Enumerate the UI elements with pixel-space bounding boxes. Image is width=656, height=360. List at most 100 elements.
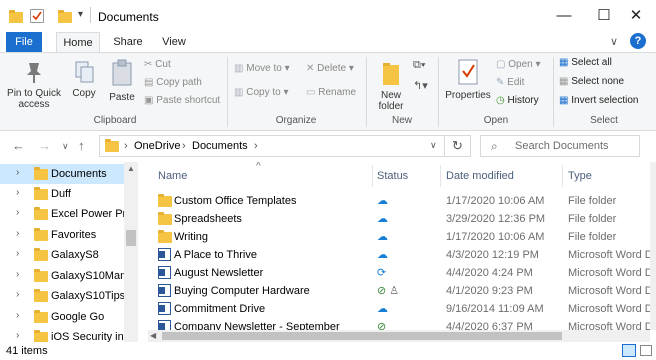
file-type: Microsoft Word D: [568, 321, 650, 330]
copy-path-label: Copy path: [156, 77, 202, 89]
details-view-icon[interactable]: [622, 344, 636, 357]
breadcrumb-onedrive[interactable]: OneDrive: [134, 140, 180, 152]
nav-item-galaxys8[interactable]: › GalaxyS8: [0, 245, 126, 265]
column-divider[interactable]: [372, 165, 373, 187]
nav-item-label: Favorites: [51, 229, 97, 241]
customize-qa-icon[interactable]: ▾: [78, 9, 83, 20]
search-box[interactable]: ⌕ Search Documents: [480, 135, 640, 157]
properties-qa-icon[interactable]: [30, 9, 44, 23]
nav-item-galaxys10tips[interactable]: › GalaxyS10Tips: [0, 286, 126, 306]
nav-item-google-go[interactable]: › Google Go: [0, 307, 126, 327]
table-row[interactable]: Writing ☁ 1/17/2020 10:06 AM File folder: [148, 228, 650, 246]
new-folder-button[interactable]: New folder: [372, 59, 410, 112]
move-to-button[interactable]: ▥ Move to ▾: [234, 63, 290, 74]
tab-share[interactable]: Share: [108, 32, 148, 52]
large-icons-view-icon[interactable]: [640, 345, 652, 356]
copy-to-button[interactable]: ▥ Copy to ▾: [234, 87, 289, 98]
address-dropdown-icon[interactable]: ∨: [430, 140, 437, 151]
new-folder-qa-icon[interactable]: [58, 10, 72, 23]
delete-button[interactable]: ✕ Delete ▾: [306, 63, 354, 74]
cut-button[interactable]: ✂ Cut: [144, 59, 171, 70]
edit-button[interactable]: ✎ Edit: [496, 77, 524, 88]
column-divider[interactable]: [562, 165, 563, 187]
chevron-right-icon[interactable]: ›: [16, 289, 19, 300]
chevron-right-icon[interactable]: ›: [16, 187, 19, 198]
history-label: History: [507, 95, 539, 107]
cloud-icon: ☁: [377, 213, 388, 225]
back-button[interactable]: ←: [12, 138, 25, 153]
search-input[interactable]: Search Documents: [515, 140, 609, 152]
tab-home[interactable]: Home: [56, 32, 100, 52]
history-button[interactable]: ◷ History: [496, 95, 539, 106]
open-button[interactable]: ▢ Open ▾: [496, 59, 541, 70]
properties-button[interactable]: Properties: [444, 57, 492, 101]
nav-item-documents[interactable]: › Documents: [0, 164, 126, 184]
file-list-scrollbar[interactable]: [650, 162, 656, 330]
address-bar[interactable]: › OneDrive › Documents › ∨: [99, 135, 445, 157]
chevron-right-icon[interactable]: ›: [16, 330, 19, 341]
chevron-right-icon[interactable]: ›: [16, 228, 19, 239]
file-date: 1/17/2020 10:06 AM: [446, 195, 545, 207]
paste-label: Paste: [109, 92, 135, 103]
column-header-type[interactable]: Type: [568, 170, 592, 182]
file-date: 4/4/2020 6:37 PM: [446, 321, 533, 330]
collapse-ribbon-icon[interactable]: ∨: [610, 35, 618, 48]
properties-label: Properties: [445, 90, 491, 101]
select-all-button[interactable]: ▦ Select all: [559, 57, 612, 68]
easy-access-icon[interactable]: ↰▾: [413, 79, 428, 92]
horizontal-scrollbar[interactable]: ◀: [148, 330, 650, 342]
close-button[interactable]: ✕: [616, 4, 656, 28]
copy-label: Copy: [72, 88, 96, 99]
table-row[interactable]: Company Newsletter - September ⊘ 4/4/2020 …: [148, 318, 650, 330]
table-row[interactable]: August Newsletter ⟳ 4/4/2020 4:24 PM Micros…: [148, 264, 650, 282]
nav-item-galaxys10mania[interactable]: › GalaxyS10Mania: [0, 266, 126, 286]
file-date: 9/16/2014 11:09 AM: [446, 303, 544, 315]
chevron-right-icon[interactable]: ›: [16, 248, 19, 259]
tab-file[interactable]: File: [6, 32, 42, 52]
table-row[interactable]: Spreadsheets ☁ 3/29/2020 12:36 PM File fold…: [148, 210, 650, 228]
column-divider[interactable]: [440, 165, 441, 187]
scroll-left-icon[interactable]: ◀: [150, 331, 156, 340]
minimize-button[interactable]: —: [544, 4, 584, 28]
invert-selection-button[interactable]: ▦ Invert selection: [559, 95, 639, 106]
table-row[interactable]: Custom Office Templates ☁ 1/17/2020 10:06 …: [148, 192, 650, 210]
nav-item-duff[interactable]: › Duff: [0, 184, 126, 204]
search-icon: ⌕: [491, 139, 498, 153]
table-row[interactable]: A Place to Thrive ☁ 4/3/2020 12:19 PM Micro…: [148, 246, 650, 264]
nav-item-ios-security[interactable]: › iOS Security in E: [0, 327, 126, 342]
nav-item-excel-power-pro[interactable]: › Excel Power Pro: [0, 204, 126, 224]
table-row[interactable]: Buying Computer Hardware ⊘ ♙ 4/1/2020 9:23…: [148, 282, 650, 300]
tab-view[interactable]: View: [154, 32, 194, 52]
paste-shortcut-button[interactable]: ▣ Paste shortcut: [144, 95, 220, 106]
forward-button[interactable]: →: [38, 138, 51, 153]
nav-scroll-thumb[interactable]: [126, 230, 136, 246]
scroll-up-icon[interactable]: ▲: [127, 164, 135, 173]
chevron-right-icon[interactable]: ›: [16, 310, 19, 321]
clipboard-group-label: Clipboard: [93, 115, 137, 126]
column-header-date[interactable]: Date modified: [446, 170, 514, 182]
help-icon[interactable]: ?: [630, 33, 646, 49]
nav-scrollbar[interactable]: ▲: [124, 162, 138, 342]
refresh-button[interactable]: ↻: [445, 135, 471, 157]
nav-item-favorites[interactable]: › Favorites: [0, 225, 126, 245]
breadcrumb-documents[interactable]: Documents: [192, 140, 248, 152]
status-bar: 41 items: [0, 342, 656, 360]
select-none-button[interactable]: ▦ Select none: [559, 76, 624, 87]
chevron-right-icon[interactable]: ›: [16, 207, 19, 218]
column-header-name[interactable]: Name: [158, 170, 187, 182]
chevron-right-icon[interactable]: ›: [16, 269, 19, 280]
word-document-icon: [158, 284, 171, 297]
chevron-right-icon[interactable]: ›: [16, 167, 19, 178]
copy-button[interactable]: Copy: [66, 59, 102, 99]
up-button[interactable]: ↑: [78, 138, 85, 153]
pin-to-quick-access-button[interactable]: Pin to Quick access: [6, 59, 62, 110]
rename-button[interactable]: ▭ Rename: [306, 87, 356, 98]
group-divider: [366, 57, 367, 127]
recent-locations-button[interactable]: ∨: [62, 141, 69, 152]
copy-path-button[interactable]: ▤ Copy path: [144, 77, 202, 88]
horizontal-scroll-thumb[interactable]: [162, 332, 562, 340]
paste-button[interactable]: Paste: [104, 59, 140, 103]
table-row[interactable]: Commitment Drive ☁ 9/16/2014 11:09 AM Micro…: [148, 300, 650, 318]
new-item-icon[interactable]: ⧉▾: [413, 59, 425, 72]
column-header-status[interactable]: Status: [377, 170, 408, 182]
